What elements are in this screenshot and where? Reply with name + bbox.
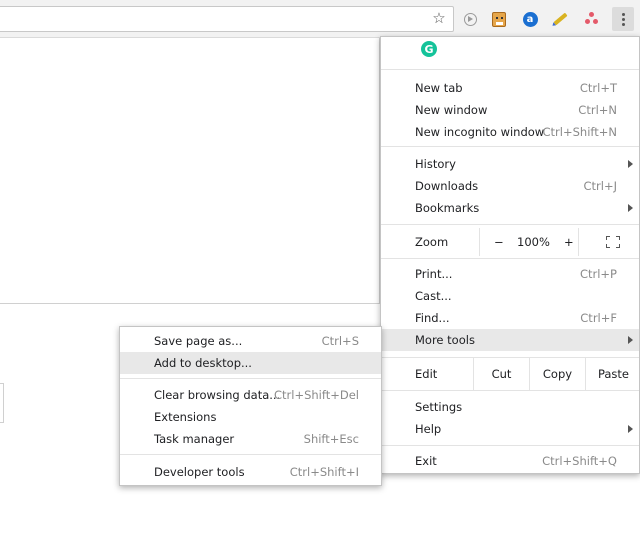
menu-item-zoom: Zoom − 100% +: [381, 228, 639, 256]
submenu-arrow-icon: [628, 336, 633, 344]
menu-separator: [381, 258, 639, 259]
cut-button[interactable]: Cut: [473, 358, 529, 390]
menu-item-shortcut: Ctrl+J: [583, 179, 618, 193]
menu-separator: [120, 454, 381, 455]
menu-item-label: Extensions: [154, 410, 217, 424]
menu-item-label: Bookmarks: [415, 201, 480, 215]
browser-toolbar: ☆ a: [0, 0, 640, 38]
menu-item-label: Task manager: [154, 432, 235, 446]
menu-item-label: New incognito window: [415, 125, 545, 139]
menu-item-label: Cast...: [415, 289, 452, 303]
menu-item-settings[interactable]: Settings: [381, 396, 639, 418]
menu-item-label: New window: [415, 103, 488, 117]
menu-item-label: Add to desktop...: [154, 356, 252, 370]
menu-item-bookmarks[interactable]: Bookmarks: [381, 197, 639, 219]
play-extension-icon[interactable]: [461, 10, 479, 28]
menu-item-downloads[interactable]: Downloads Ctrl+J: [381, 175, 639, 197]
menu-item-extensions[interactable]: Extensions: [120, 406, 381, 428]
menu-item-edit: Edit Cut Copy Paste: [381, 358, 639, 390]
menu-item-label: Help: [415, 422, 442, 436]
menu-item-label: History: [415, 157, 456, 171]
paste-button[interactable]: Paste: [585, 358, 640, 390]
chrome-main-menu: G New tab Ctrl+T New window Ctrl+N New i…: [380, 36, 640, 474]
menu-separator: [381, 224, 639, 225]
menu-item-label: More tools: [415, 333, 475, 347]
zoom-label: Zoom: [415, 235, 449, 249]
menu-item-label: Developer tools: [154, 465, 245, 479]
menu-item-help[interactable]: Help: [381, 418, 639, 440]
page-element: [0, 383, 4, 423]
edit-label: Edit: [415, 367, 438, 381]
menu-item-new-tab[interactable]: New tab Ctrl+T: [381, 77, 639, 99]
menu-separator: [120, 378, 381, 379]
highlighter-extension-icon[interactable]: [551, 10, 569, 28]
menu-item-new-incognito-window[interactable]: New incognito window Ctrl+Shift+N: [381, 121, 639, 143]
menu-item-shortcut: Ctrl+S: [321, 334, 359, 348]
menu-item-shortcut: Shift+Esc: [303, 432, 359, 446]
menu-item-more-tools[interactable]: More tools: [381, 329, 639, 351]
menu-item-add-to-desktop[interactable]: Add to desktop...: [120, 352, 381, 374]
menu-item-shortcut: Ctrl+N: [578, 103, 617, 117]
a-extension-icon[interactable]: a: [521, 10, 539, 28]
menu-item-label: Find...: [415, 311, 450, 325]
zoom-in-button[interactable]: +: [564, 228, 574, 256]
submenu-arrow-icon: [628, 204, 633, 212]
menu-item-shortcut: Ctrl+Shift+N: [542, 125, 617, 139]
dots-extension-icon[interactable]: [583, 10, 601, 28]
menu-item-label: Exit: [415, 454, 437, 468]
menu-item-history[interactable]: History: [381, 153, 639, 175]
submenu-arrow-icon: [628, 160, 633, 168]
menu-item-print[interactable]: Print... Ctrl+P: [381, 263, 639, 285]
menu-item-developer-tools[interactable]: Developer tools Ctrl+Shift+I: [120, 461, 381, 483]
menu-item-label: Save page as...: [154, 334, 243, 348]
menu-item-new-window[interactable]: New window Ctrl+N: [381, 99, 639, 121]
face-extension-icon[interactable]: [490, 10, 508, 28]
three-dot-menu-icon[interactable]: [612, 7, 634, 31]
menu-item-label: Downloads: [415, 179, 479, 193]
menu-separator: [381, 390, 639, 391]
menu-item-task-manager[interactable]: Task manager Shift+Esc: [120, 428, 381, 450]
zoom-control: − 100% +: [479, 228, 579, 256]
menu-separator: [381, 445, 639, 446]
menu-item-label: Print...: [415, 267, 453, 281]
menu-item-save-page-as[interactable]: Save page as... Ctrl+S: [120, 330, 381, 352]
copy-button[interactable]: Copy: [529, 358, 585, 390]
menu-item-label: Clear browsing data...: [154, 388, 281, 402]
star-icon[interactable]: ☆: [430, 9, 448, 27]
more-tools-submenu: Save page as... Ctrl+S Add to desktop...…: [119, 326, 382, 486]
fullscreen-icon[interactable]: [606, 236, 620, 248]
menu-item-label: Settings: [415, 400, 463, 414]
menu-item-shortcut: Ctrl+P: [579, 267, 617, 281]
menu-item-label: New tab: [415, 81, 463, 95]
submenu-arrow-icon: [628, 425, 633, 433]
page-panel: [0, 38, 380, 304]
menu-item-shortcut: Ctrl+Shift+Del: [274, 388, 359, 402]
menu-item-cast[interactable]: Cast...: [381, 285, 639, 307]
menu-item-clear-browsing-data[interactable]: Clear browsing data... Ctrl+Shift+Del: [120, 384, 381, 406]
zoom-level: 100%: [517, 235, 550, 249]
menu-item-shortcut: Ctrl+Shift+Q: [542, 454, 617, 468]
menu-separator: [381, 69, 639, 70]
menu-separator: [381, 146, 639, 147]
grammarly-icon[interactable]: G: [421, 41, 437, 57]
menu-item-shortcut: Ctrl+T: [579, 81, 617, 95]
menu-item-shortcut: Ctrl+F: [580, 311, 617, 325]
address-bar[interactable]: [0, 6, 454, 32]
zoom-out-button[interactable]: −: [494, 228, 504, 256]
menu-item-shortcut: Ctrl+Shift+I: [289, 465, 359, 479]
menu-item-exit[interactable]: Exit Ctrl+Shift+Q: [381, 450, 639, 472]
menu-item-find[interactable]: Find... Ctrl+F: [381, 307, 639, 329]
